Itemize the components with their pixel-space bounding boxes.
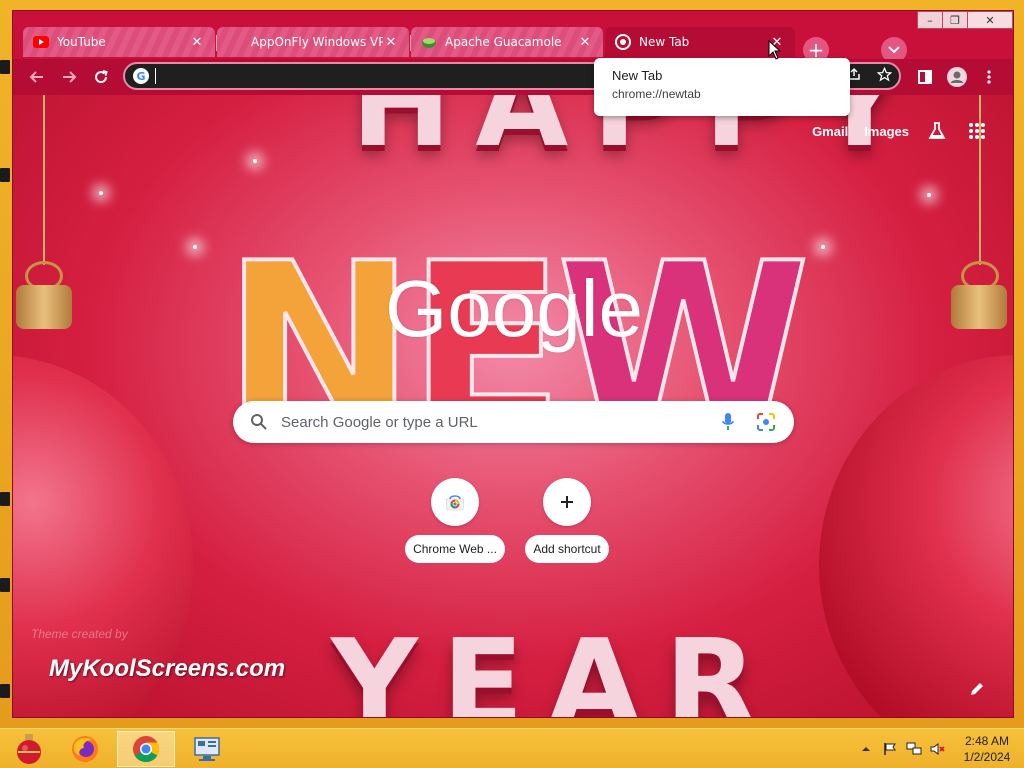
network-icon[interactable]: [904, 739, 924, 759]
toolbar: G: [13, 59, 1013, 95]
shortcut-label: Chrome Web ...: [405, 535, 505, 563]
chrome-icon: [615, 34, 631, 50]
tooltip-url: chrome://newtab: [612, 87, 701, 101]
chrome-web-store-icon: [431, 478, 479, 526]
chevron-down-icon: [888, 46, 900, 54]
new-tab-page: H A P P Y NEW Y E A R Gmail Images Googl…: [13, 95, 1013, 718]
ntp-shortcuts: Chrome Web ... Add shortcut: [403, 478, 619, 563]
clock-date: 1/2/2024: [963, 750, 1011, 764]
tab-title: YouTube: [57, 35, 106, 49]
ntp-search-input[interactable]: [281, 413, 702, 431]
labs-flask-icon[interactable]: [925, 119, 949, 143]
back-arrow-icon: [29, 71, 43, 83]
voice-search-mic-icon[interactable]: [716, 410, 740, 434]
remote-desktop-icon: [194, 737, 220, 761]
sparkle: [99, 191, 103, 195]
sparkle: [253, 159, 257, 163]
tab-apponfly[interactable]: AppOnFly Windows VPS ✕: [217, 27, 409, 57]
reload-button[interactable]: [89, 65, 113, 89]
search-icon: [249, 412, 269, 432]
tab-strip: YouTube ✕ AppOnFly Windows VPS ✕ Apache …: [13, 23, 1013, 63]
plus-icon: [543, 478, 591, 526]
action-center-flag-icon[interactable]: [880, 739, 900, 759]
youtube-icon: [33, 34, 49, 50]
shortcut-chrome-web-store[interactable]: Chrome Web ...: [403, 478, 507, 563]
theme-credit: Theme created by: [31, 627, 128, 641]
google-apps-icon[interactable]: [965, 119, 989, 143]
theme-background-art: Y E A R: [331, 615, 763, 718]
sparkle: [193, 245, 197, 249]
bookmark-star-icon[interactable]: [875, 65, 893, 83]
tab-close-button[interactable]: ✕: [383, 35, 399, 50]
watermark-text: MyKoolScreens.com: [49, 655, 286, 682]
google-g-icon: G: [133, 68, 149, 84]
gmail-link[interactable]: Gmail: [812, 124, 848, 139]
tab-close-button[interactable]: ✕: [577, 35, 593, 50]
taskbar-remote-desktop[interactable]: [178, 731, 236, 767]
volume-muted-icon[interactable]: [928, 739, 948, 759]
ntp-search-box[interactable]: [233, 401, 794, 443]
ntp-top-links: Gmail Images: [812, 119, 989, 143]
mouse-cursor-icon: [768, 39, 782, 64]
tab-title: Apache Guacamole: [445, 35, 562, 49]
desktop-icon[interactable]: [0, 578, 10, 592]
taskbar-firefox[interactable]: [56, 731, 114, 767]
add-shortcut-button[interactable]: Add shortcut: [515, 478, 619, 563]
tooltip-title: New Tab: [612, 68, 663, 83]
taskbar-chrome[interactable]: [117, 731, 175, 767]
tab-new-tab[interactable]: New Tab ✕: [605, 27, 795, 57]
sparkle: [927, 193, 931, 197]
google-lens-camera-icon[interactable]: [754, 410, 778, 434]
clock-time: 2:48 AM: [964, 734, 1010, 748]
show-hidden-icons-chevron-icon[interactable]: [856, 739, 876, 759]
images-link[interactable]: Images: [864, 124, 909, 139]
system-tray: 2:48 AM 1/2/2024: [856, 729, 1024, 768]
christmas-ornament-icon: [17, 734, 41, 764]
firefox-icon: [72, 736, 98, 762]
kebab-menu-icon[interactable]: [977, 65, 1001, 89]
side-panel-icon[interactable]: [913, 65, 937, 89]
taskbar-clock[interactable]: 2:48 AM 1/2/2024: [952, 733, 1022, 765]
reload-icon: [95, 70, 108, 84]
desktop-icon[interactable]: [0, 684, 10, 698]
tab-youtube[interactable]: YouTube ✕: [23, 27, 215, 57]
desktop-icon[interactable]: [0, 60, 10, 74]
start-button[interactable]: [0, 731, 58, 767]
back-button[interactable]: [25, 65, 49, 89]
ornament-string: [43, 95, 45, 265]
guacamole-icon: [421, 34, 437, 50]
tab-title: AppOnFly Windows VPS: [251, 35, 383, 49]
profile-avatar-icon[interactable]: [945, 65, 969, 89]
apponfly-icon: [227, 34, 243, 50]
desktop-icon[interactable]: [0, 168, 10, 182]
chrome-window: – ❐ ✕ YouTube ✕ AppOnFly Windows VPS ✕ A…: [12, 10, 1014, 718]
tab-hover-tooltip: New Tab chrome://newtab: [594, 58, 850, 116]
forward-button[interactable]: [57, 65, 81, 89]
taskbar: 2:48 AM 1/2/2024: [0, 728, 1024, 768]
shortcut-label: Add shortcut: [525, 535, 609, 563]
google-logo: Google: [385, 264, 643, 353]
tab-title: New Tab: [639, 35, 690, 49]
tab-guacamole[interactable]: Apache Guacamole ✕: [411, 27, 603, 57]
ornament-right: [819, 355, 1013, 717]
customize-pencil-icon[interactable]: [963, 675, 991, 703]
desktop-icon[interactable]: [0, 492, 10, 506]
tab-close-button[interactable]: ✕: [189, 35, 205, 50]
chrome-icon: [133, 736, 160, 763]
forward-arrow-icon: [63, 71, 77, 83]
sparkle: [821, 245, 825, 249]
